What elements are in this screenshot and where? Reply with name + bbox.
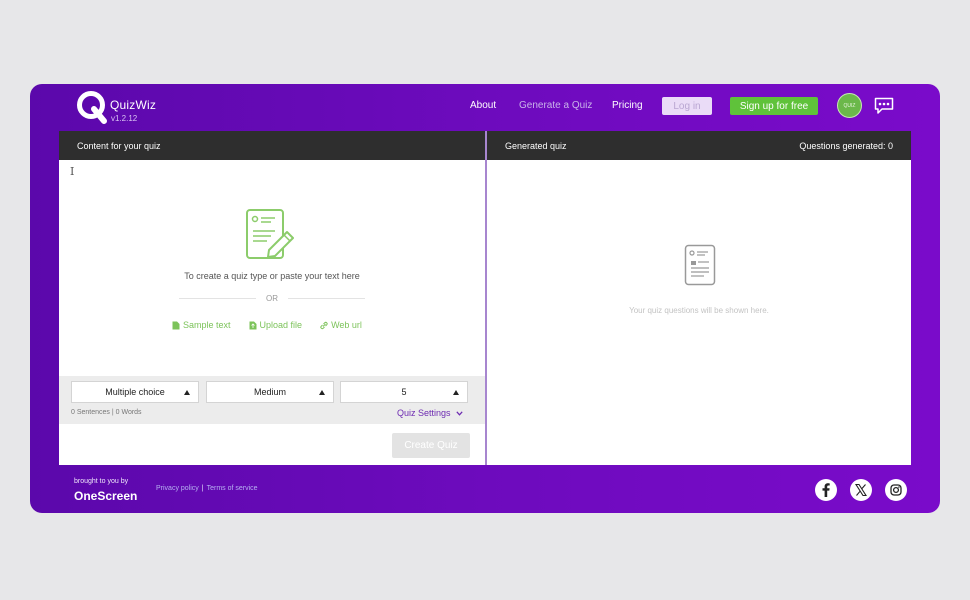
footer-separator: |: [201, 485, 204, 492]
brought-by-label: brought to you by: [74, 478, 129, 485]
nav-pricing[interactable]: Pricing: [612, 100, 643, 111]
question-count-select[interactable]: 5: [340, 381, 468, 403]
caret-up-icon: [319, 390, 325, 395]
quiz-options-bar: Multiple choice Medium 5 0 Sentences | 0…: [59, 376, 485, 424]
upload-file-button[interactable]: Upload file: [249, 320, 303, 330]
facebook-link[interactable]: [815, 479, 837, 501]
text-stats: 0 Sentences | 0 Words: [71, 409, 142, 416]
chevron-down-icon: [455, 410, 463, 416]
brand-name: QuizWiz: [110, 98, 157, 112]
question-type-select[interactable]: Multiple choice: [71, 381, 199, 403]
upload-file-icon: [249, 321, 257, 329]
document-edit-icon: [246, 209, 294, 259]
x-link[interactable]: [850, 479, 872, 501]
login-button[interactable]: Log in: [662, 97, 712, 115]
company-logo[interactable]: OneScreen: [74, 489, 137, 503]
link-icon: [320, 321, 328, 329]
nav-about[interactable]: About: [470, 100, 496, 111]
footer-links: Privacy policy | Terms of service: [156, 485, 258, 492]
create-quiz-button[interactable]: Create Quiz: [392, 433, 470, 458]
difficulty-value: Medium: [253, 387, 286, 397]
privacy-policy-link[interactable]: Privacy policy: [156, 485, 199, 492]
avatar[interactable]: QUIZ: [837, 93, 862, 118]
web-url-button[interactable]: Web url: [320, 320, 362, 330]
generated-quiz-header: Generated quiz Questions generated: 0: [487, 131, 911, 160]
content-panel-title: Content for your quiz: [77, 140, 161, 151]
questions-generated-count: Questions generated: 0: [799, 140, 893, 151]
nav-generate-quiz[interactable]: Generate a Quiz: [519, 100, 592, 111]
quiz-document-icon: [684, 244, 716, 286]
caret-up-icon: [184, 390, 190, 395]
web-url-label: Web url: [331, 320, 362, 330]
or-label: OR: [266, 294, 278, 303]
chat-icon[interactable]: [874, 97, 894, 115]
content-panel: Content for your quiz I To create a quiz…: [59, 131, 485, 465]
terms-of-service-link[interactable]: Terms of service: [207, 485, 258, 492]
instagram-link[interactable]: [885, 479, 907, 501]
upload-file-label: Upload file: [259, 320, 303, 330]
content-panel-header: Content for your quiz: [59, 131, 485, 160]
source-actions: Sample text Upload file Web url: [172, 320, 362, 330]
generated-quiz-panel: Generated quiz Questions generated: 0 Yo…: [485, 131, 911, 465]
app-window: QuizWiz v1.2.12 About Generate a Quiz Pr…: [30, 84, 940, 513]
empty-state-text: Your quiz questions will be shown here.: [629, 306, 769, 315]
text-cursor[interactable]: I: [70, 165, 74, 178]
signup-button[interactable]: Sign up for free: [730, 97, 818, 115]
file-icon: [172, 321, 180, 329]
sample-text-label: Sample text: [183, 320, 231, 330]
sample-text-button[interactable]: Sample text: [172, 320, 231, 330]
facebook-icon: [822, 483, 830, 497]
quiz-settings-toggle[interactable]: Quiz Settings: [397, 408, 463, 418]
caret-up-icon: [453, 390, 459, 395]
x-icon: [854, 483, 868, 497]
difficulty-select[interactable]: Medium: [206, 381, 334, 403]
question-count-value: 5: [401, 387, 407, 397]
instagram-icon: [890, 484, 902, 496]
app-version: v1.2.12: [111, 114, 138, 123]
question-type-value: Multiple choice: [105, 387, 165, 397]
or-divider: OR: [179, 294, 365, 303]
input-hint: To create a quiz type or paste your text…: [184, 271, 360, 281]
quiz-settings-label: Quiz Settings: [397, 408, 451, 418]
quizwiz-logo-icon[interactable]: [76, 90, 108, 124]
generated-quiz-title: Generated quiz: [505, 140, 567, 151]
